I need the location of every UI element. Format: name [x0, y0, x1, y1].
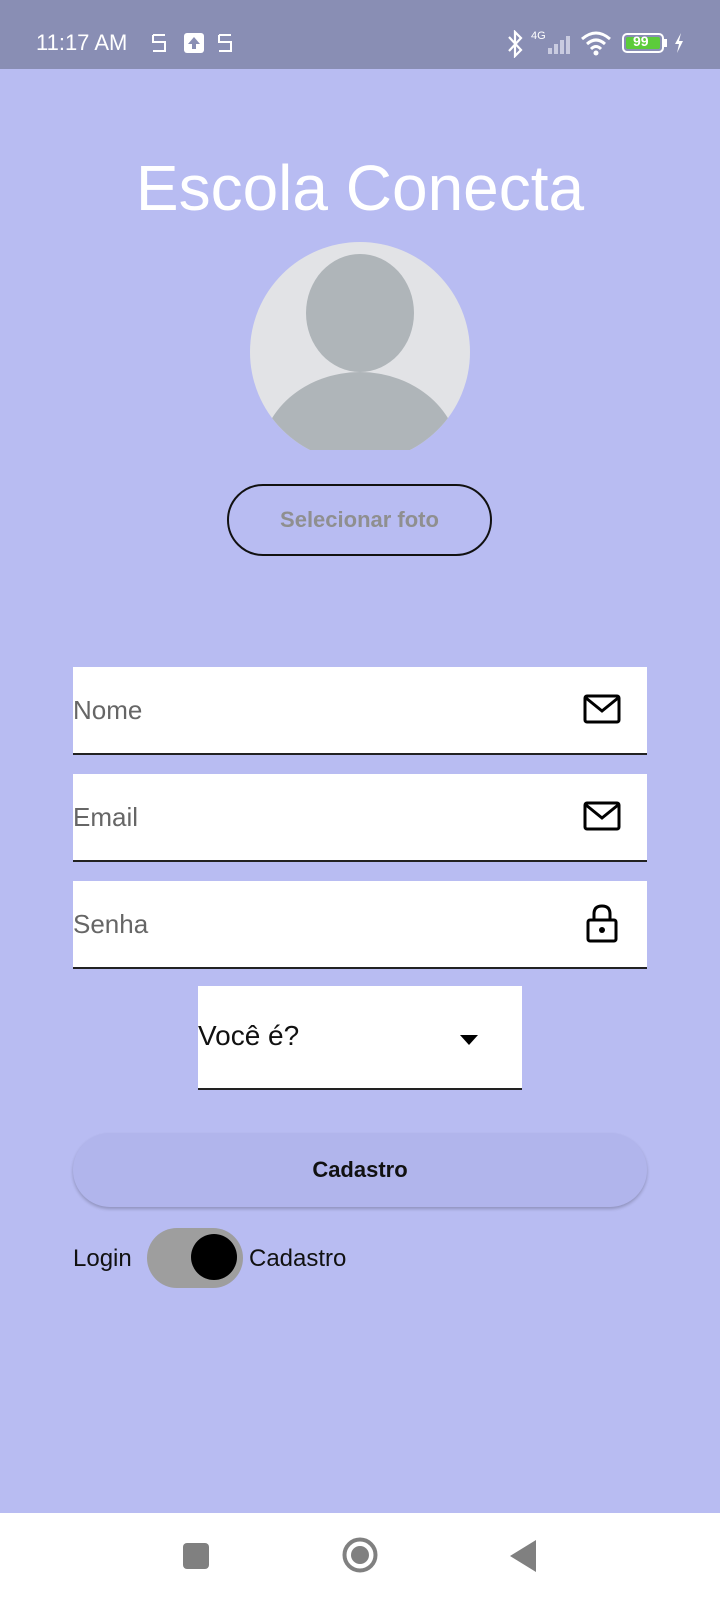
signal-icon	[547, 34, 573, 59]
status-bar: 11:17 AM 4G 99	[0, 0, 720, 69]
select-photo-button[interactable]: Selecionar foto	[227, 484, 492, 556]
switch-knob	[191, 1234, 237, 1280]
avatar[interactable]	[250, 242, 470, 462]
navigation-bar	[0, 1513, 720, 1600]
notification-icon	[150, 32, 168, 59]
mail-icon	[583, 693, 621, 730]
notification-icon	[216, 32, 234, 59]
email-field[interactable]: Email	[73, 774, 647, 862]
back-button[interactable]	[510, 1540, 536, 1577]
home-button[interactable]	[342, 1537, 378, 1578]
mail-icon	[583, 800, 621, 837]
upload-icon	[183, 32, 205, 59]
name-field[interactable]: Nome	[73, 667, 647, 755]
email-field-label: Email	[73, 802, 139, 832]
password-field[interactable]: Senha	[73, 881, 647, 969]
charging-icon	[673, 32, 685, 59]
status-time: 11:17 AM	[36, 30, 128, 55]
register-button[interactable]: Cadastro	[73, 1133, 647, 1207]
register-label: Cadastro	[249, 1245, 347, 1272]
battery-level: 99	[633, 33, 649, 49]
avatar-placeholder-icon	[250, 242, 470, 462]
recent-apps-button[interactable]	[182, 1542, 210, 1575]
role-dropdown[interactable]: Você é?	[198, 986, 522, 1090]
login-label: Login	[73, 1245, 132, 1272]
app-title: Escola Conecta	[135, 152, 585, 224]
network-type: 4G	[531, 30, 546, 42]
lock-icon	[585, 903, 619, 948]
mode-switch[interactable]	[147, 1228, 243, 1288]
bluetooth-icon	[507, 29, 523, 63]
caret-down-icon	[460, 1032, 478, 1050]
name-field-label: Nome	[73, 695, 143, 725]
wifi-icon	[580, 30, 612, 61]
role-dropdown-value: Você é?	[198, 1020, 300, 1051]
password-field-label: Senha	[73, 909, 149, 939]
